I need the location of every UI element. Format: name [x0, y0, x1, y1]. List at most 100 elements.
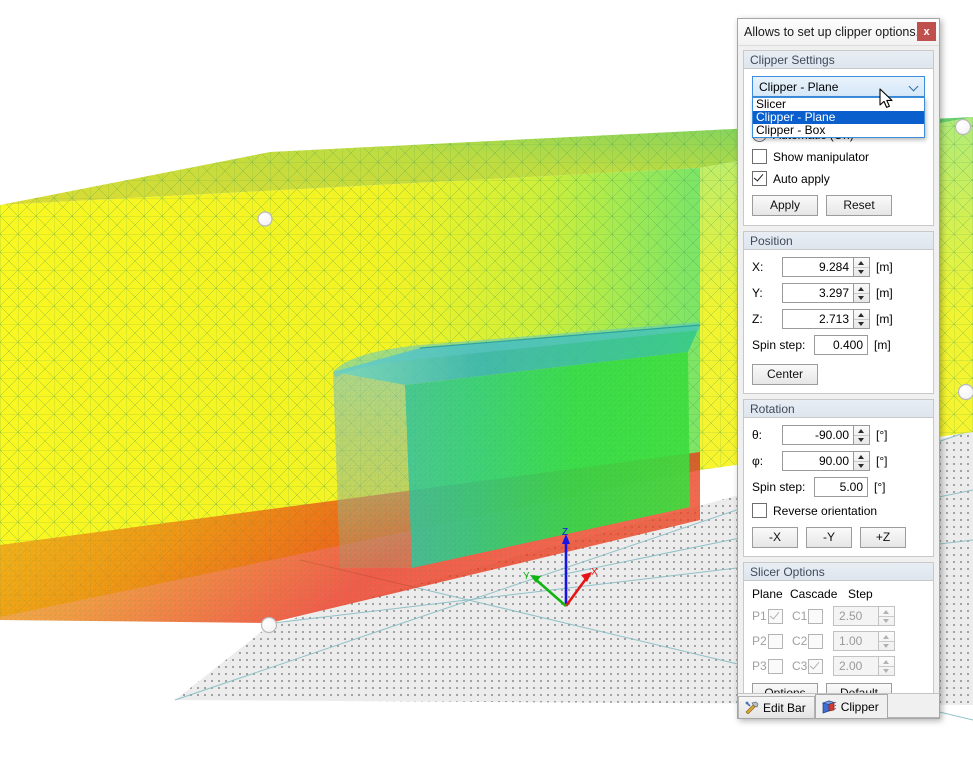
slicer-header-cascade: Cascade [790, 587, 838, 601]
rotation-phi-input[interactable]: 90.00 [782, 451, 854, 471]
position-x-unit: [m] [876, 260, 893, 274]
checkbox-auto-apply[interactable] [752, 171, 767, 186]
tab-edit-bar[interactable]: Edit Bar [738, 696, 815, 718]
rotation-spinstep-label: Spin step: [752, 480, 806, 494]
clipper-mode-combobox-wrap: Clipper - Plane Slicer Clipper - Plane C… [752, 76, 925, 138]
position-x-spinner[interactable] [854, 257, 870, 277]
group-rotation: Rotation θ: -90.00 [°] φ: 90.00 [°] Spin… [743, 399, 934, 557]
slicer-table-header: Plane Cascade Step [752, 587, 925, 601]
rotation-phi-unit: [°] [876, 454, 888, 468]
slicer-row-3: P3 C3 2.00 [752, 656, 925, 676]
axis-button-plus-z[interactable]: +Z [860, 527, 906, 548]
checkbox-slicer-cascade-2 [808, 633, 823, 649]
slicer-cascade-label-3: C3 [792, 659, 808, 673]
checkbox-reverse-orientation[interactable] [752, 503, 767, 518]
auto-apply-label: Auto apply [773, 171, 830, 186]
group-title-slicer-options: Slicer Options [744, 563, 933, 581]
position-spinstep-input[interactable]: 0.400 [814, 335, 868, 355]
slicer-cascade-label-1: C1 [792, 609, 808, 623]
group-title-rotation: Rotation [744, 400, 933, 418]
tabstrip-filler [887, 716, 939, 718]
rotation-spinstep-unit: [°] [874, 480, 886, 494]
position-x-label: X: [752, 260, 764, 274]
slicer-step-input-1: 2.50 [833, 606, 879, 626]
rotation-theta-row: θ: -90.00 [°] [752, 425, 925, 445]
position-z-row: Z: 2.713 [m] [752, 309, 925, 329]
slicer-step-input-2: 1.00 [833, 631, 879, 651]
dialog-title: Allows to set up clipper options. [744, 25, 920, 39]
apply-button[interactable]: Apply [752, 195, 818, 216]
position-x-input[interactable]: 9.284 [782, 257, 854, 277]
rotation-spinstep-input[interactable]: 5.00 [814, 477, 868, 497]
reverse-orientation-label: Reverse orientation [773, 503, 878, 518]
slicer-step-spinner-2 [879, 631, 895, 651]
slicer-step-input-3: 2.00 [833, 656, 879, 676]
rotation-phi-label: φ: [752, 454, 764, 468]
position-spinstep-label: Spin step: [752, 338, 806, 352]
checkbox-slicer-plane-3 [768, 658, 783, 674]
cube-icon [821, 700, 836, 713]
rotation-theta-spinner[interactable] [854, 425, 870, 445]
position-y-input[interactable]: 3.297 [782, 283, 854, 303]
position-spinstep-unit: [m] [874, 338, 891, 352]
clipper-mode-value: Clipper - Plane [759, 79, 839, 94]
axis-button-minus-x[interactable]: -X [752, 527, 798, 548]
clipper-mode-dropdown-list[interactable]: Slicer Clipper - Plane Clipper - Box [752, 97, 925, 138]
group-title-position: Position [744, 232, 933, 250]
slicer-plane-label-1: P1 [752, 609, 767, 623]
axis-y-label: Y [523, 571, 530, 582]
axis-z-label: Z [562, 527, 568, 538]
checkbox-show-manipulator[interactable] [752, 149, 767, 164]
chevron-down-icon [909, 81, 920, 92]
rotation-theta-unit: [°] [876, 428, 888, 442]
group-position: Position X: 9.284 [m] Y: 3.297 [m] Z: 2.… [743, 231, 934, 394]
rotation-theta-input[interactable]: -90.00 [782, 425, 854, 445]
group-clipper-settings: Clipper Settings Clipper - Plane Slicer … [743, 50, 934, 226]
clipper-mode-combobox[interactable]: Clipper - Plane [752, 76, 925, 97]
slicer-header-plane: Plane [752, 587, 783, 601]
panel-tabstrip: Edit Bar Clipper [738, 693, 939, 718]
position-y-label: Y: [752, 286, 763, 300]
center-button-row: Center [752, 364, 925, 385]
tab-clipper-label: Clipper [840, 699, 879, 714]
reset-button[interactable]: Reset [826, 195, 892, 216]
apply-reset-buttons: Apply Reset [752, 195, 925, 216]
position-y-unit: [m] [876, 286, 893, 300]
slicer-row-2: P2 C2 1.00 [752, 631, 925, 651]
group-title-clipper-settings: Clipper Settings [744, 51, 933, 69]
slicer-header-step: Step [848, 587, 873, 601]
tools-icon [745, 701, 759, 714]
dialog-titlebar: Allows to set up clipper options. x [738, 19, 939, 46]
center-button[interactable]: Center [752, 364, 818, 385]
axis-button-minus-y[interactable]: -Y [806, 527, 852, 548]
checkbox-slicer-plane-1 [768, 608, 783, 624]
slicer-cascade-label-2: C2 [792, 634, 808, 648]
show-manipulator-label: Show manipulator [773, 149, 870, 164]
tab-clipper[interactable]: Clipper [814, 694, 888, 718]
close-icon[interactable]: x [917, 22, 936, 41]
position-z-spinner[interactable] [854, 309, 870, 329]
position-y-row: Y: 3.297 [m] [752, 283, 925, 303]
auto-apply-row[interactable]: Auto apply [752, 171, 925, 186]
rotation-spinstep-row: Spin step: 5.00 [°] [752, 477, 925, 497]
clipper-dialog[interactable]: Allows to set up clipper options. x Clip… [737, 18, 940, 719]
position-spinstep-row: Spin step: 0.400 [m] [752, 335, 925, 355]
rotation-theta-label: θ: [752, 428, 763, 442]
axis-buttons-row: -X -Y +Z [752, 527, 925, 548]
slicer-row-1: P1 C1 2.50 [752, 606, 925, 626]
slicer-plane-label-3: P3 [752, 659, 767, 673]
slicer-step-spinner-3 [879, 656, 895, 676]
show-manipulator-row[interactable]: Show manipulator [752, 149, 925, 164]
position-z-input[interactable]: 2.713 [782, 309, 854, 329]
reverse-orientation-row[interactable]: Reverse orientation [752, 503, 925, 518]
position-x-row: X: 9.284 [m] [752, 257, 925, 277]
tab-edit-bar-label: Edit Bar [763, 700, 806, 715]
dropdown-option-clipper-box[interactable]: Clipper - Box [753, 124, 924, 137]
slicer-plane-label-2: P2 [752, 634, 767, 648]
position-z-unit: [m] [876, 312, 893, 326]
checkbox-slicer-cascade-3 [808, 658, 823, 674]
checkbox-slicer-plane-2 [768, 633, 783, 649]
rotation-phi-spinner[interactable] [854, 451, 870, 471]
slicer-step-spinner-1 [879, 606, 895, 626]
position-y-spinner[interactable] [854, 283, 870, 303]
